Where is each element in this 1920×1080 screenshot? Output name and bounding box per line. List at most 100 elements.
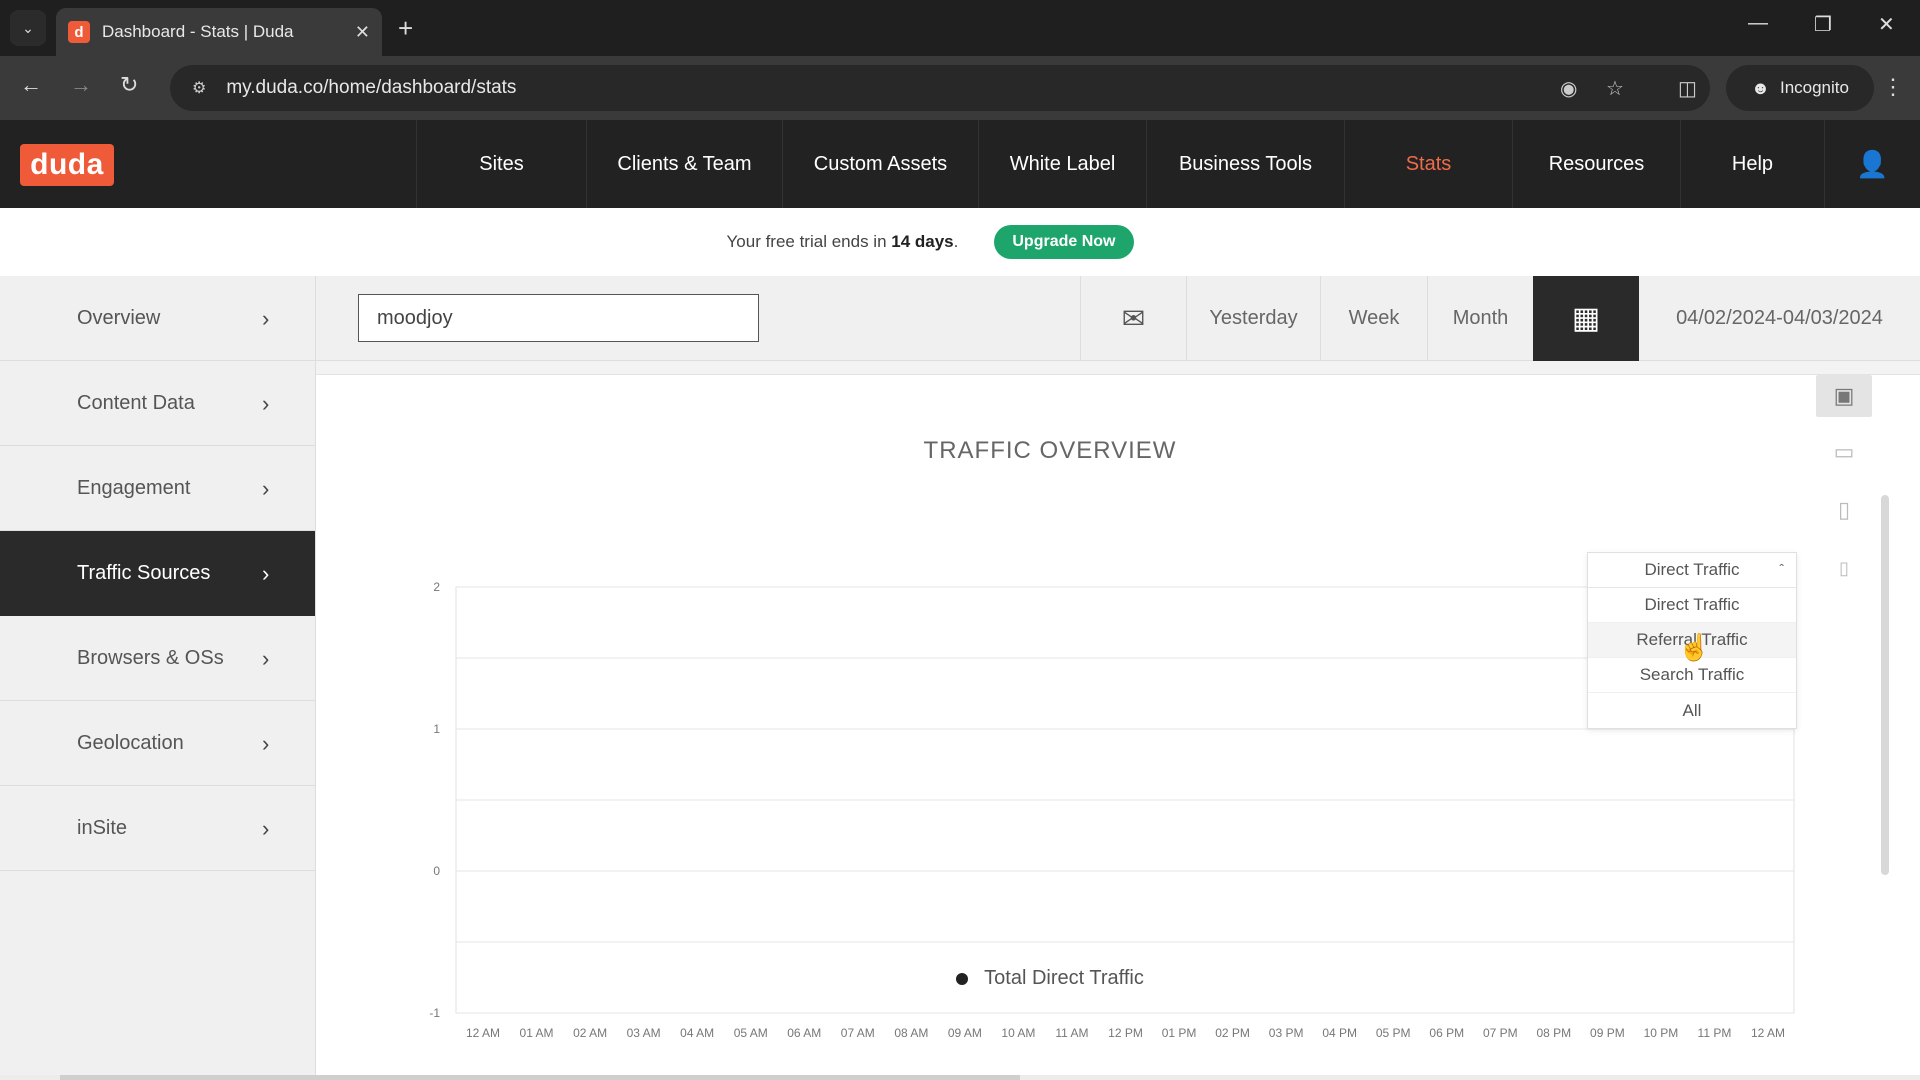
- tab-search-button[interactable]: ⌄: [10, 10, 46, 46]
- site-info-icon[interactable]: ⚙: [192, 78, 206, 98]
- minimize-icon[interactable]: —: [1748, 12, 1768, 35]
- sidebar-item-insite[interactable]: inSite ›: [0, 786, 315, 871]
- panel-scrollbar[interactable]: [1881, 375, 1889, 1080]
- x-tick-label: 01 AM: [520, 1026, 554, 1040]
- x-tick-label: 09 AM: [948, 1026, 982, 1040]
- x-tick-label: 03 PM: [1269, 1026, 1304, 1040]
- new-tab-button[interactable]: +: [398, 12, 413, 44]
- nav-help[interactable]: Help: [1680, 120, 1824, 208]
- trial-days: 14 days: [891, 232, 954, 251]
- horizontal-scrollbar-thumb[interactable]: [60, 1075, 1020, 1080]
- url-bar[interactable]: ⚙ my.duda.co/home/dashboard/stats: [170, 65, 1710, 111]
- x-tick-label: 12 AM: [466, 1026, 500, 1040]
- horizontal-scrollbar[interactable]: [0, 1075, 1920, 1080]
- sidebar-item-label: Traffic Sources: [77, 561, 211, 584]
- site-search-input[interactable]: [358, 294, 759, 342]
- restore-icon[interactable]: ❐: [1814, 12, 1832, 37]
- x-tick-label: 02 AM: [573, 1026, 607, 1040]
- yesterday-button[interactable]: Yesterday: [1186, 276, 1320, 361]
- option-search-traffic[interactable]: Search Traffic: [1588, 658, 1796, 693]
- sidebar-item-label: Content Data: [77, 391, 195, 414]
- trial-suffix: .: [953, 232, 959, 251]
- legend-series-label: Total Direct Traffic: [984, 967, 1144, 989]
- sidebar-item-engagement[interactable]: Engagement ›: [0, 446, 315, 531]
- nav-resources[interactable]: Resources: [1512, 120, 1680, 208]
- reload-icon[interactable]: ↻: [120, 72, 138, 98]
- option-direct-traffic[interactable]: Direct Traffic: [1588, 588, 1796, 623]
- sidebar-item-browsers-oss[interactable]: Browsers & OSs ›: [0, 616, 315, 701]
- sidebar-item-label: Engagement: [77, 476, 191, 499]
- traffic-type-selected[interactable]: Direct Traffic ˆ: [1588, 553, 1796, 588]
- stats-toolbar: ✉ Yesterday Week Month ▦ 04/02/2024-04/0…: [316, 276, 1920, 361]
- month-button[interactable]: Month: [1427, 276, 1533, 361]
- browser-tab[interactable]: d Dashboard - Stats | Duda ✕: [56, 8, 382, 56]
- x-tick-label: 11 AM: [1055, 1026, 1088, 1040]
- sidebar-item-content-data[interactable]: Content Data ›: [0, 361, 315, 446]
- mobile-icon[interactable]: ▯: [1816, 547, 1872, 589]
- hand-cursor-icon: ☝: [1678, 632, 1711, 662]
- nav-sites[interactable]: Sites: [416, 120, 586, 208]
- chevron-right-icon: ›: [262, 816, 270, 841]
- option-all[interactable]: All: [1588, 693, 1796, 728]
- duda-logo[interactable]: duda: [20, 144, 114, 186]
- trial-message: Your free trial ends in 14 days.: [727, 232, 959, 252]
- x-tick-label: 04 AM: [680, 1026, 714, 1040]
- calendar-button[interactable]: ▦: [1533, 276, 1639, 361]
- sidebar-item-traffic-sources[interactable]: Traffic Sources ›: [0, 531, 315, 616]
- sidebar-item-label: Browsers & OSs: [77, 646, 224, 669]
- chevron-right-icon: ›: [262, 561, 270, 586]
- close-tab-icon[interactable]: ✕: [355, 22, 370, 43]
- nav-custom-assets[interactable]: Custom Assets: [782, 120, 978, 208]
- nav-stats[interactable]: Stats: [1344, 120, 1512, 208]
- chevron-up-icon: ˆ: [1779, 561, 1784, 577]
- upgrade-now-button[interactable]: Upgrade Now: [994, 225, 1134, 259]
- x-tick-label: 06 AM: [787, 1026, 821, 1040]
- sidebar-item-geolocation[interactable]: Geolocation ›: [0, 701, 315, 786]
- chevron-right-icon: ›: [262, 646, 270, 671]
- sidebar-item-label: Geolocation: [77, 731, 184, 754]
- user-account-icon[interactable]: 👤: [1824, 120, 1920, 208]
- all-devices-icon[interactable]: ▣: [1816, 375, 1872, 417]
- x-tick-label: 08 AM: [894, 1026, 928, 1040]
- date-range: 04/02/2024-04/03/2024: [1676, 307, 1883, 329]
- incognito-badge[interactable]: ☻ Incognito: [1726, 65, 1874, 111]
- x-tick-label: 12 AM: [1751, 1026, 1785, 1040]
- trial-prefix: Your free trial ends in: [726, 232, 892, 251]
- x-tick-label: 01 PM: [1162, 1026, 1197, 1040]
- calendar-icon: ▦: [1571, 302, 1601, 335]
- nav-clients-team[interactable]: Clients & Team: [586, 120, 782, 208]
- back-arrow-icon[interactable]: ←: [20, 72, 42, 98]
- scrollbar-thumb[interactable]: [1881, 495, 1889, 875]
- y-tick-label: 1: [433, 722, 440, 736]
- sidebar-item-label: inSite: [77, 816, 128, 839]
- nav-white-label[interactable]: White Label: [978, 120, 1146, 208]
- x-tick-label: 11 PM: [1698, 1026, 1732, 1040]
- nav-business-tools[interactable]: Business Tools: [1146, 120, 1344, 208]
- chevron-right-icon: ›: [262, 391, 270, 416]
- stats-sidebar: Overview › Content Data › Engagement › Traf…: [0, 276, 316, 1080]
- email-report-button[interactable]: ✉: [1080, 276, 1186, 361]
- browser-menu-icon[interactable]: ⋮: [1882, 74, 1904, 100]
- side-panel-icon[interactable]: ◫: [1678, 76, 1697, 101]
- chart-panel: TRAFFIC OVERVIEW 2 1 0 -1 12 AM 01 AM 02 AM 03 …: [316, 374, 1920, 1080]
- stats-main: ✉ Yesterday Week Month ▦ 04/02/2024-04/0…: [316, 276, 1920, 1080]
- legend-dot-icon: [956, 972, 969, 985]
- x-tick-label: 07 AM: [841, 1026, 875, 1040]
- sidebar-item-overview[interactable]: Overview ›: [0, 276, 315, 361]
- x-tick-label: 05 AM: [734, 1026, 768, 1040]
- star-icon[interactable]: ☆: [1606, 76, 1624, 101]
- close-window-icon[interactable]: ✕: [1878, 12, 1895, 37]
- chevron-right-icon: ›: [262, 731, 270, 756]
- week-button[interactable]: Week: [1320, 276, 1427, 361]
- forward-arrow-icon[interactable]: →: [70, 72, 92, 98]
- browser-address-bar: ← → ↻ ⚙ my.duda.co/home/dashboard/stats …: [0, 56, 1920, 120]
- chevron-right-icon: ›: [262, 306, 270, 331]
- tab-title: Dashboard - Stats | Duda: [102, 22, 294, 41]
- x-tick-label: 12 PM: [1108, 1026, 1143, 1040]
- y-tick-label: 2: [433, 580, 440, 594]
- desktop-icon[interactable]: ▭: [1816, 431, 1872, 473]
- tablet-icon[interactable]: ▯: [1816, 489, 1872, 531]
- eye-off-icon[interactable]: ◉: [1560, 76, 1577, 101]
- chevron-right-icon: ›: [262, 476, 270, 501]
- trial-banner: Your free trial ends in 14 days. Upgrade…: [0, 208, 1920, 276]
